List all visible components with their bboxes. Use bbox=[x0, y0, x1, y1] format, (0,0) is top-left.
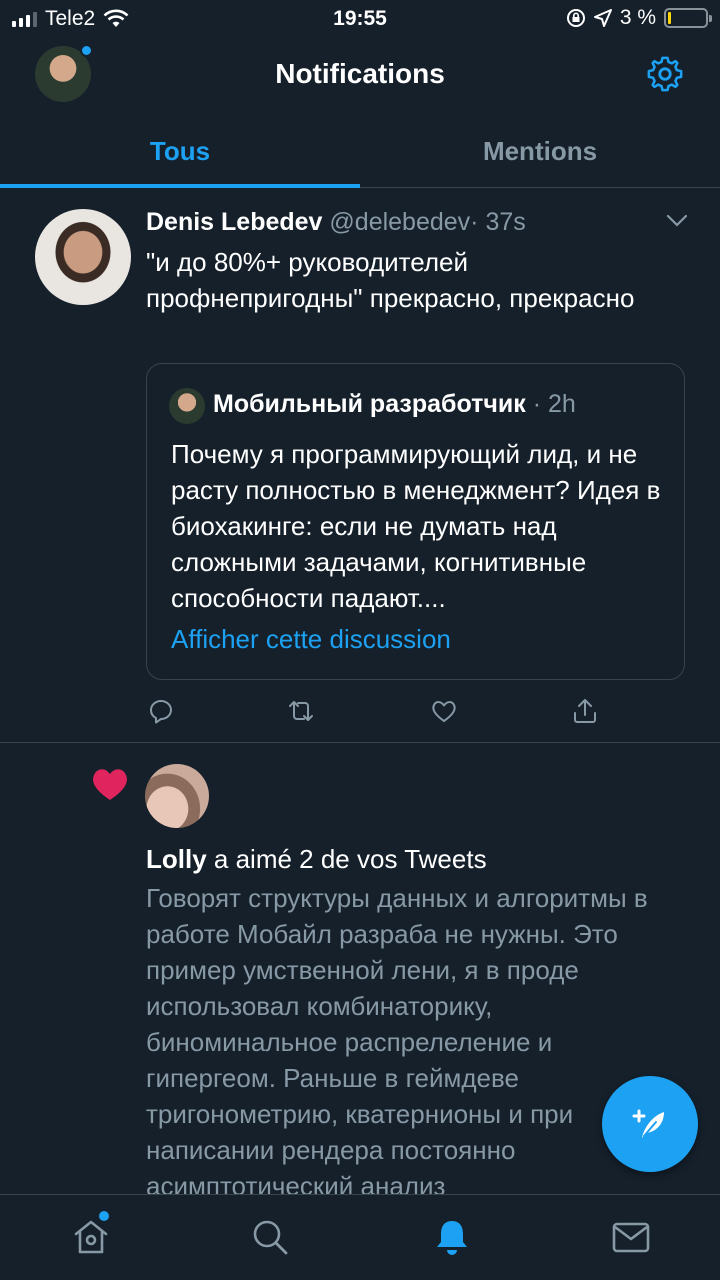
notification-header: Lolly a aimé 2 de vos Tweets bbox=[146, 844, 487, 875]
search-icon[interactable] bbox=[250, 1217, 290, 1257]
quoted-avatar bbox=[169, 388, 205, 424]
notification-user-name[interactable]: Lolly bbox=[146, 844, 207, 874]
share-icon[interactable] bbox=[570, 696, 600, 726]
home-icon[interactable] bbox=[71, 1217, 111, 1257]
quoted-text: Почему я программирующий лид, и не расту… bbox=[171, 439, 661, 613]
tweet-author-handle: @delebedev bbox=[329, 208, 471, 236]
tweet-actions bbox=[146, 696, 626, 726]
chevron-down-icon[interactable] bbox=[666, 214, 688, 228]
tab-mentions[interactable]: Mentions bbox=[360, 120, 720, 187]
orientation-lock-icon bbox=[566, 9, 585, 27]
notification-action: a aimé 2 de vos Tweets bbox=[206, 844, 487, 874]
unread-dot bbox=[99, 1211, 109, 1221]
tweet[interactable]: Denis Lebedev @delebedev· 37s "и до 80%+… bbox=[0, 188, 720, 743]
bottom-nav bbox=[0, 1194, 720, 1280]
like-icon[interactable] bbox=[429, 696, 459, 726]
gear-icon[interactable] bbox=[646, 55, 684, 93]
messages-icon[interactable] bbox=[611, 1217, 651, 1257]
quoted-author-name: Мобильный разработчик bbox=[213, 390, 526, 418]
tweet-text: "и до 80%+ руководителей профнепригодны"… bbox=[146, 247, 635, 313]
quoted-tweet[interactable]: Мобильный разработчик · 2h Почему я прог… bbox=[146, 363, 685, 680]
tweet-header: Denis Lebedev @delebedev· 37s bbox=[146, 208, 526, 237]
tweet-author-name[interactable]: Denis Lebedev bbox=[146, 208, 322, 236]
heart-icon bbox=[93, 769, 127, 800]
avatar[interactable] bbox=[35, 209, 131, 305]
quoted-header: Мобильный разработчик · 2h bbox=[213, 390, 576, 419]
liked-tweet-text: Говорят структуры данных и алгоритмы в р… bbox=[146, 883, 648, 1194]
notifications-icon[interactable] bbox=[432, 1217, 472, 1257]
show-thread-link[interactable]: Afficher cette discussion bbox=[171, 624, 451, 655]
quoted-time: · 2h bbox=[532, 390, 576, 418]
status-bar: Tele2 19:55 3 % bbox=[0, 0, 720, 38]
battery-icon bbox=[664, 8, 712, 28]
header: Notifications bbox=[0, 38, 720, 108]
unread-dot bbox=[80, 44, 93, 57]
tab-all[interactable]: Tous bbox=[0, 120, 360, 188]
location-icon bbox=[593, 9, 612, 27]
status-right: 3 % bbox=[566, 6, 712, 30]
compose-icon bbox=[632, 1109, 664, 1138]
tab-bar: Tous Mentions bbox=[0, 120, 720, 188]
tweet-time: · 37s bbox=[470, 208, 526, 236]
compose-tweet-button[interactable] bbox=[602, 1076, 698, 1172]
reply-icon[interactable] bbox=[146, 696, 176, 726]
battery-percent: 3 % bbox=[619, 6, 656, 29]
retweet-icon[interactable] bbox=[286, 696, 316, 726]
avatar[interactable] bbox=[145, 764, 209, 828]
page-title: Notifications bbox=[275, 58, 445, 89]
